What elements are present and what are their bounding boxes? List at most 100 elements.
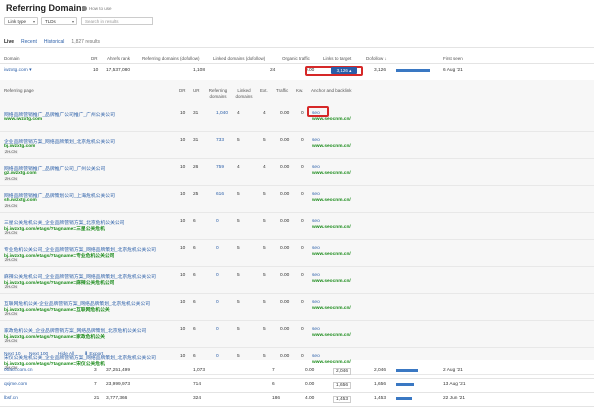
referring-page-url[interactable]: bj.iwzxtg.com/etags/?tagname=宋仪公关危机	[4, 360, 105, 367]
referring-page-url[interactable]: bj.iwzxtg.com/etags/?tagname=麻辣公关危机公司	[4, 279, 114, 286]
dr-value: 21	[94, 396, 100, 401]
referring-page-url[interactable]: bj.iwzxtg.com/etags/?tagname=三星公关危机	[4, 225, 105, 232]
ahrefs-rank-value: 23,999,973	[106, 382, 131, 387]
col-links-to-target[interactable]: Links to target	[323, 56, 351, 61]
search-input[interactable]: Search in results	[81, 17, 153, 25]
row-divider	[0, 347, 594, 348]
row-ext: 5	[263, 138, 266, 143]
row-ref-domains[interactable]: 1,040	[216, 111, 228, 116]
next-10-button[interactable]: Next 10	[4, 352, 21, 357]
backlink-url[interactable]: www.seocnm.cn/	[312, 225, 351, 230]
anchor-text[interactable]: seo	[312, 327, 320, 332]
anchor-text[interactable]: seo	[312, 138, 320, 143]
links-to-target-button[interactable]: 1,656	[333, 382, 352, 389]
backlink-url[interactable]: www.seocnm.cn/	[312, 279, 351, 284]
anchor-text[interactable]: seo	[312, 165, 320, 170]
domain-link[interactable]: lbsf.cn	[4, 396, 18, 401]
referring-page-url[interactable]: www.iwzxtg.com	[4, 117, 42, 122]
backlink-url[interactable]: www.seocnm.cn/	[312, 252, 351, 257]
tab-recent[interactable]: Recent	[21, 39, 37, 45]
next-100-button[interactable]: Next 100	[29, 352, 48, 357]
row-ref-domains[interactable]: 733	[216, 138, 224, 143]
dofollow-value: 3,126	[374, 68, 387, 73]
anchor-text[interactable]: seo	[312, 273, 320, 278]
referring-page-url[interactable]: gz.iwzxtg.com	[4, 171, 37, 176]
col-ref-domains[interactable]: Referring domains (dofollow)	[142, 56, 200, 61]
row-ur: 6	[193, 273, 196, 278]
hide-all-button[interactable]: Hide All	[58, 352, 74, 357]
row-traffic: 0.00	[280, 138, 290, 143]
anchor-text[interactable]: seo	[312, 111, 320, 116]
backlink-url[interactable]: www.seocnm.cn/	[312, 171, 351, 176]
dofollow-bar	[396, 369, 418, 372]
link-type-select[interactable]: Link type ▾	[4, 17, 38, 25]
backlink-url[interactable]: www.seocnm.cn/	[312, 333, 351, 338]
row-linked-domains: 4	[237, 111, 240, 116]
row-traffic: 0.00	[280, 246, 290, 251]
backlink-url[interactable]: www.seocnm.cn/	[312, 360, 351, 365]
backlink-url[interactable]: www.seocnm.cn/	[312, 144, 351, 149]
referring-page-url[interactable]: bj.iwzxtg.com/etags/?tagname=互联网危机公关	[4, 306, 110, 313]
row-divider	[0, 293, 594, 294]
row-dr: 10	[180, 138, 186, 143]
row-ref-domains[interactable]: 0	[216, 354, 219, 359]
tlds-select[interactable]: TLDs ▾	[41, 17, 77, 25]
language-tag: ZH-CN	[4, 258, 18, 262]
col-first-seen[interactable]: First seen	[443, 56, 463, 61]
how-to-use-label: How to use	[89, 6, 112, 11]
export-button[interactable]: ⬇ Export	[84, 352, 103, 357]
referring-page-url[interactable]: bj.iwzxtg.com/etags/?tagname=家政危机公关	[4, 333, 105, 340]
referring-page-url[interactable]: bj.iwzxtg.com	[4, 144, 35, 149]
row-ur: 26	[193, 165, 199, 170]
row-kw: 0	[301, 354, 304, 359]
anchor-text[interactable]: seo	[312, 300, 320, 305]
ahrefs-rank-value: 37,251,499	[106, 368, 131, 373]
language-tag: ZH-CN	[4, 339, 18, 343]
how-to-use-link[interactable]: How to use	[82, 6, 112, 11]
col-dr[interactable]: DR	[91, 56, 98, 61]
referring-page-url[interactable]: bj.iwzxtg.com/etags/?tagname=专业危机公关公司	[4, 252, 114, 259]
row-traffic: 0.00	[280, 219, 290, 224]
anchor-text[interactable]: seo	[312, 354, 320, 359]
col-linked-domains[interactable]: Linked domains (dofollow)	[213, 56, 265, 61]
col-dofollow[interactable]: Dofollow ↓	[366, 56, 387, 61]
row-ref-domains[interactable]: 0	[216, 219, 219, 224]
tab-live[interactable]: Live	[4, 39, 14, 45]
row-ref-domains[interactable]: 616	[216, 192, 224, 197]
row-linked-domains: 5	[237, 327, 240, 332]
language-tag: ZH-CN	[4, 285, 18, 289]
organic-value: 0.00	[305, 368, 315, 373]
domain-link[interactable]: qxjme.com	[4, 382, 27, 387]
anchor-text[interactable]: seo	[312, 192, 320, 197]
anchor-text[interactable]: seo	[312, 219, 320, 224]
col-sub-ref-domains: Referring domains	[208, 88, 228, 99]
col-ahrefs-rank[interactable]: Ahrefs rank	[107, 56, 130, 61]
row-divider	[0, 392, 594, 393]
row-ref-domains[interactable]: 0	[216, 300, 219, 305]
links-to-target-button[interactable]: 3,126 ▴	[331, 67, 357, 74]
ref-domains-value: 1,073	[193, 368, 206, 373]
row-ref-domains[interactable]: 0	[216, 273, 219, 278]
backlink-url[interactable]: www.seocnm.cn/	[312, 117, 351, 122]
col-sub-ur: UR	[193, 88, 200, 93]
domain-link[interactable]: iwzxtg.com ▾	[4, 68, 31, 73]
tab-historical[interactable]: Historical	[44, 39, 65, 45]
col-organic[interactable]: Organic traffic	[282, 56, 310, 61]
backlink-url[interactable]: www.seocnm.cn/	[312, 198, 351, 203]
divider	[0, 47, 594, 48]
row-divider	[0, 374, 594, 375]
backlink-url[interactable]: www.seocnm.cn/	[312, 306, 351, 311]
anchor-text[interactable]: seo	[312, 246, 320, 251]
row-traffic: 0.00	[280, 165, 290, 170]
row-ref-domains[interactable]: 0	[216, 327, 219, 332]
row-ref-domains[interactable]: 759	[216, 165, 224, 170]
domain-link[interactable]: 00act.com.cn	[4, 368, 33, 373]
row-dr: 10	[180, 273, 186, 278]
referring-page-url[interactable]: sh.iwzxtg.com	[4, 198, 37, 203]
row-ref-domains[interactable]: 0	[216, 246, 219, 251]
links-to-target-button[interactable]: 2,046	[333, 368, 352, 375]
row-traffic: 0.00	[280, 111, 290, 116]
linked-domains-value: 7	[272, 368, 275, 373]
col-domain[interactable]: Domain	[4, 56, 20, 61]
row-kw: 0	[301, 246, 304, 251]
